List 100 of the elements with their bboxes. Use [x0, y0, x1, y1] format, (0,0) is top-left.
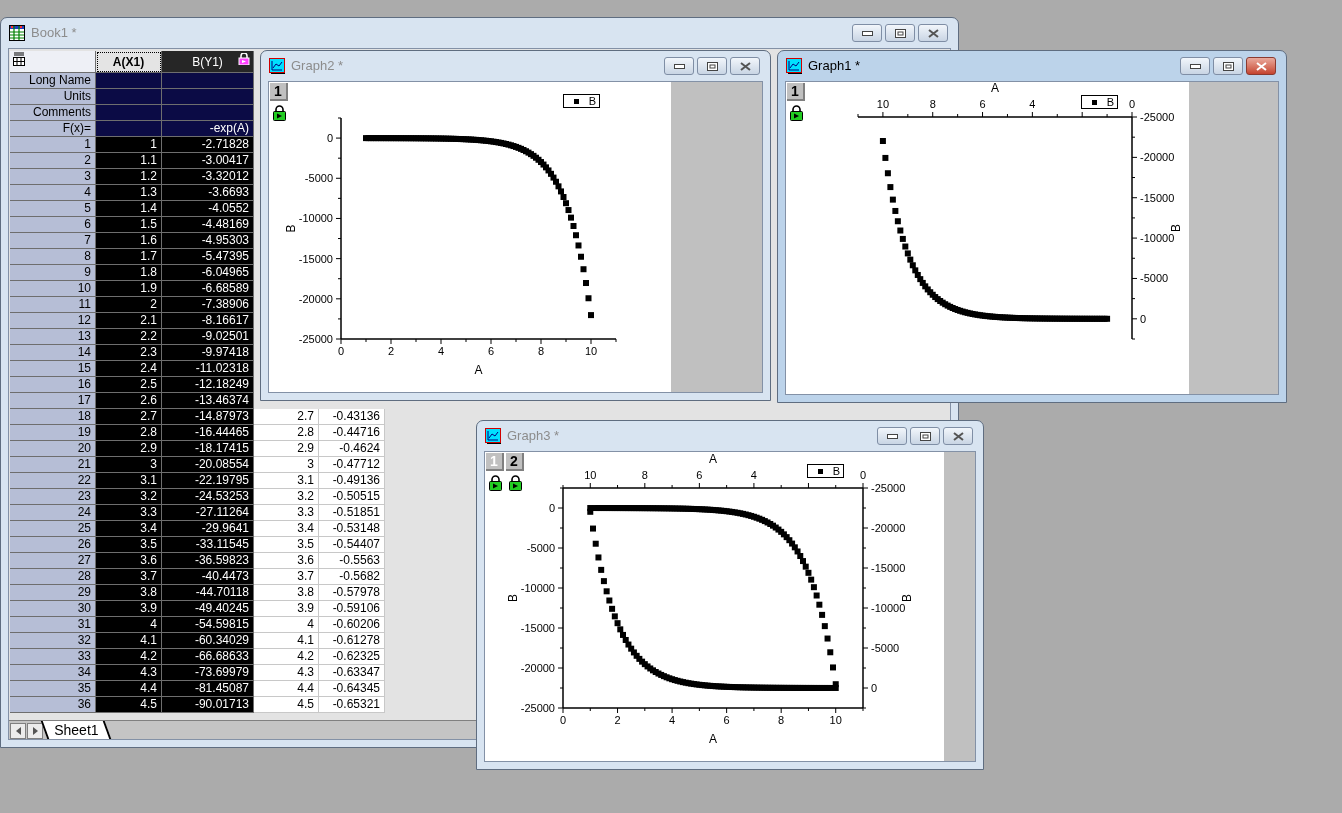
table-cell: 1.1 — [96, 153, 162, 169]
table-cell: -66.68633 — [162, 649, 254, 665]
tick-label: 6 — [696, 469, 703, 481]
table-cell: -14.87973 — [162, 409, 254, 425]
row-number: 25 — [10, 521, 96, 537]
window-title: Graph3 * — [507, 427, 560, 446]
table-cell: -12.18249 — [162, 377, 254, 393]
column-header[interactable]: B(Y1) — [162, 51, 254, 73]
table-cell: -3.00417 — [162, 153, 254, 169]
axis-title: A — [474, 363, 483, 377]
window-title: Graph1 * — [808, 57, 861, 76]
table-cell: -6.04965 — [162, 265, 254, 281]
table-cell: -0.59106 — [319, 601, 385, 617]
tick-label: -10000 — [1140, 232, 1175, 245]
row-number: 11 — [10, 297, 96, 313]
table-cell: -9.97418 — [162, 345, 254, 361]
table-cell: 1.8 — [96, 265, 162, 281]
table-cell: -4.95303 — [162, 233, 254, 249]
table-cell: -27.11264 — [162, 505, 254, 521]
table-cell: -44.70118 — [162, 585, 254, 601]
table-cell: -0.4624 — [319, 441, 385, 457]
table-cell: 2.7 — [96, 409, 162, 425]
row-number: 35 — [10, 681, 96, 697]
table-cell: -0.47712 — [319, 457, 385, 473]
tick-label: -25000 — [1140, 111, 1175, 123]
table-cell: 2.2 — [96, 329, 162, 345]
row-number: 6 — [10, 217, 96, 233]
table-cell: -0.50515 — [319, 489, 385, 505]
table-cell: -22.19795 — [162, 473, 254, 489]
table-cell: -20.08554 — [162, 457, 254, 473]
row-label: Units — [10, 89, 96, 105]
table-cell: 3.9 — [96, 601, 162, 617]
table-cell: 4.4 — [96, 681, 162, 697]
tick-label: 8 — [929, 98, 936, 110]
table-cell: 4.5 — [254, 697, 319, 713]
tick-label: 10 — [876, 98, 890, 110]
row-number: 29 — [10, 585, 96, 601]
column-header[interactable]: A(X1) — [96, 51, 162, 73]
table-cell: 3.3 — [254, 505, 319, 521]
row-number: 8 — [10, 249, 96, 265]
table-cell: 1.9 — [96, 281, 162, 297]
tick-label: 4 — [1029, 98, 1036, 110]
tick-label: 0 — [859, 469, 867, 481]
table-cell: 4.1 — [254, 633, 319, 649]
layer-button[interactable]: 2 — [506, 453, 524, 471]
table-cell: -73.69979 — [162, 665, 254, 681]
sheet-tab[interactable]: Sheet1 — [40, 721, 112, 739]
tick-label: 8 — [537, 345, 545, 357]
window-title: Graph2 * — [291, 57, 344, 76]
row-number: 17 — [10, 393, 96, 409]
tick-label: 0 — [1128, 98, 1136, 110]
tick-label: -5000 — [871, 642, 900, 654]
row-number: 9 — [10, 265, 96, 281]
tick-label: -5000 — [304, 172, 333, 185]
axis-title: B — [900, 594, 914, 602]
row-number: 2 — [10, 153, 96, 169]
table-cell: -36.59823 — [162, 553, 254, 569]
table-cell: -exp(A) — [162, 121, 254, 137]
table-cell: 3.5 — [96, 537, 162, 553]
table-cell: 3 — [96, 457, 162, 473]
tick-label: 4 — [669, 714, 676, 726]
table-cell: -0.5563 — [319, 553, 385, 569]
row-number: 1 — [10, 137, 96, 153]
tick-label: -15000 — [520, 622, 555, 634]
table-cell: -3.6693 — [162, 185, 254, 201]
table-cell: 4.4 — [254, 681, 319, 697]
tick-label: -15000 — [1140, 191, 1175, 204]
table-cell: 4.3 — [96, 665, 162, 681]
axis-title: B — [284, 224, 298, 233]
tick-label: 6 — [723, 714, 730, 726]
tick-label: 10 — [584, 469, 597, 481]
tick-label: -10000 — [871, 602, 906, 614]
table-cell: -0.65321 — [319, 697, 385, 713]
row-number: 27 — [10, 553, 96, 569]
row-number: 10 — [10, 281, 96, 297]
layer-button[interactable]: 1 — [787, 83, 805, 101]
row-number: 28 — [10, 569, 96, 585]
table-cell: 3.3 — [96, 505, 162, 521]
legend-label: B — [832, 465, 840, 477]
tick-label: -25000 — [298, 333, 333, 345]
table-cell: 3.6 — [96, 553, 162, 569]
layer-button[interactable]: 1 — [270, 83, 288, 101]
table-cell: 3.9 — [254, 601, 319, 617]
table-cell: -11.02318 — [162, 361, 254, 377]
row-number: 7 — [10, 233, 96, 249]
table-cell: -0.64345 — [319, 681, 385, 697]
table-cell: -4.48169 — [162, 217, 254, 233]
table-cell: 2.1 — [96, 313, 162, 329]
row-label: Comments — [10, 105, 96, 121]
table-cell: -0.5682 — [319, 569, 385, 585]
axis-title: B — [506, 594, 520, 602]
table-cell: 2.6 — [96, 393, 162, 409]
row-number: 19 — [10, 425, 96, 441]
table-cell: -40.4473 — [162, 569, 254, 585]
table-cell: 1.5 — [96, 217, 162, 233]
table-cell: -24.53253 — [162, 489, 254, 505]
table-cell: 2.3 — [96, 345, 162, 361]
table-cell: -33.11545 — [162, 537, 254, 553]
table-cell: 3.4 — [254, 521, 319, 537]
table-cell: -0.49136 — [319, 473, 385, 489]
